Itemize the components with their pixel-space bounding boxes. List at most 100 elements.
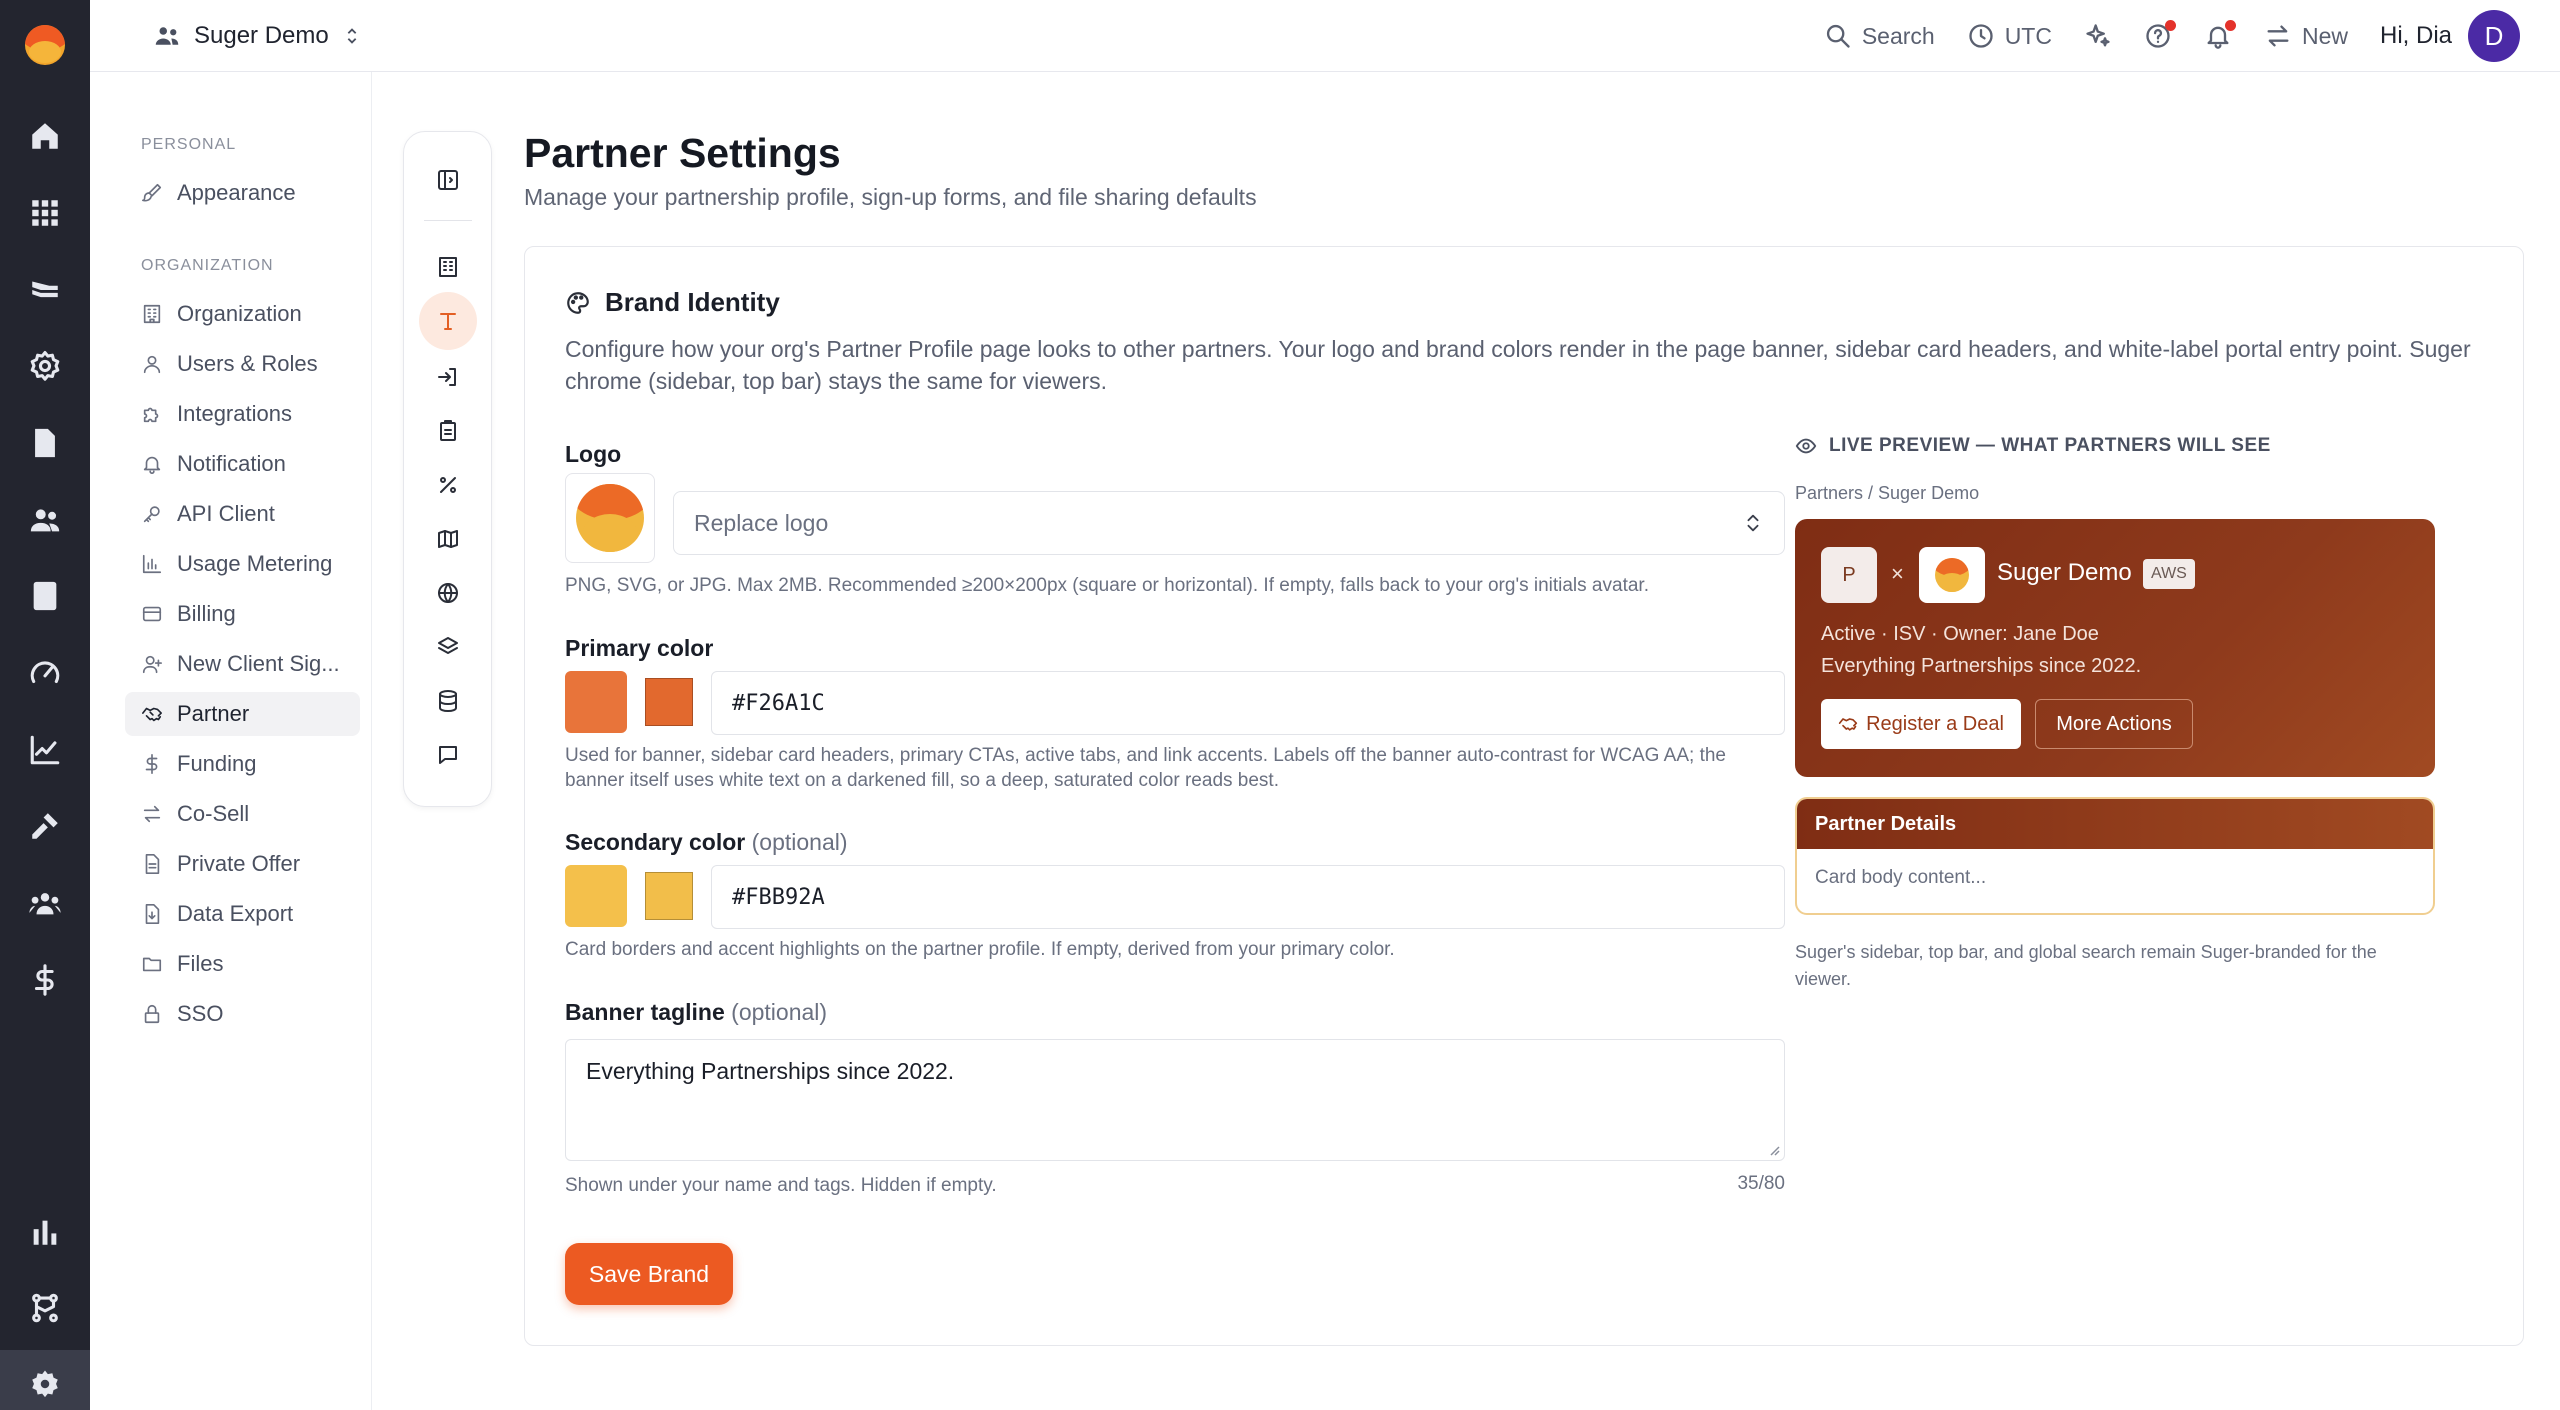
section-organization: ORGANIZATION <box>141 257 274 274</box>
secondary-color-help: Card borders and accent highlights on th… <box>565 939 1395 960</box>
credit-card-icon <box>142 606 162 622</box>
more-actions-button[interactable]: More Actions <box>2035 699 2193 749</box>
document-icon <box>145 854 160 874</box>
contact-card-icon[interactable] <box>27 578 63 614</box>
nav-label: New Client Sig... <box>177 651 340 676</box>
ai-sparkle-button[interactable] <box>2084 22 2112 50</box>
notifications-button[interactable] <box>2204 20 2236 50</box>
suger-logo <box>576 484 644 552</box>
org-switcher[interactable]: Suger Demo <box>152 18 363 54</box>
nav-item-billing[interactable]: Billing <box>125 592 360 636</box>
catalog-icon[interactable] <box>27 272 63 308</box>
building-icon[interactable] <box>427 246 469 288</box>
register-deal-button[interactable]: Register a Deal <box>1821 699 2021 749</box>
team-icon[interactable] <box>27 885 63 921</box>
suger-logo[interactable] <box>25 25 65 65</box>
globe-icon[interactable] <box>427 572 469 614</box>
preview-banner: P × Suger Demo AWS Active · ISV · Owner:… <box>1795 519 2435 777</box>
sparkle-icon <box>2086 24 2110 47</box>
users-icon <box>143 355 161 374</box>
nav-item-co-sell[interactable]: Co-Sell <box>125 792 360 836</box>
user-menu[interactable]: Hi, Dia D <box>2380 10 2520 62</box>
chevron-updown-icon <box>1747 514 1759 532</box>
sidebar-toggle-icon[interactable] <box>427 159 469 201</box>
nav-item-funding[interactable]: Funding <box>125 742 360 786</box>
nav-item-files[interactable]: Files <box>125 942 360 986</box>
help-button[interactable] <box>2144 20 2176 50</box>
nav-item-sso[interactable]: SSO <box>125 992 360 1036</box>
bar-chart-icon[interactable] <box>27 1214 63 1250</box>
database-icon[interactable] <box>427 680 469 722</box>
workflow-icon[interactable] <box>27 1290 63 1326</box>
secondary-color-picker[interactable] <box>645 872 693 920</box>
nav-label: Notification <box>177 451 286 476</box>
timezone-label: UTC <box>2004 22 2052 49</box>
arrows-swap-icon <box>2267 25 2289 47</box>
nav-item-partner[interactable]: Partner <box>125 692 360 736</box>
tagline-textarea[interactable]: Everything Partnerships since 2022. <box>565 1039 1785 1161</box>
preview-breadcrumb: Partners / Suger Demo <box>1795 483 1980 503</box>
search-label: Search <box>1861 22 1935 49</box>
settings-gear-icon[interactable] <box>27 1366 63 1402</box>
arrows-swap-icon <box>143 805 161 823</box>
settings-nav: PERSONAL Appearance ORGANIZATION Organiz… <box>90 72 372 1410</box>
percent-icon[interactable] <box>427 464 469 506</box>
dollar-icon <box>145 754 158 774</box>
nav-item-integrations[interactable]: Integrations <box>125 392 360 436</box>
replace-logo-select[interactable]: Replace logo <box>673 491 1785 555</box>
folder-icon <box>142 957 162 972</box>
sign-in-icon[interactable] <box>427 356 469 398</box>
people-icon[interactable] <box>27 502 63 538</box>
layers-icon[interactable] <box>427 626 469 668</box>
new-button[interactable]: New <box>2264 22 2348 50</box>
user-greeting: Hi, Dia <box>2379 22 2452 49</box>
nav-item-data-export[interactable]: Data Export <box>125 892 360 936</box>
tagline-help: Shown under your name and tags. Hidden i… <box>565 1175 997 1196</box>
key-icon <box>143 506 160 523</box>
card-title-text: Brand Identity <box>605 287 780 317</box>
preview-note: Suger's sidebar, top bar, and global sea… <box>1795 942 2377 989</box>
clipboard-icon[interactable] <box>427 410 469 452</box>
nav-item-api-client[interactable]: API Client <box>125 492 360 536</box>
typography-icon[interactable] <box>419 292 477 350</box>
nav-item-organization[interactable]: Organization <box>125 292 360 336</box>
document-icon[interactable] <box>27 425 63 461</box>
primary-color-picker[interactable] <box>645 678 693 726</box>
divider <box>424 220 472 221</box>
chat-icon[interactable] <box>427 734 469 776</box>
tools-icon[interactable] <box>27 808 63 844</box>
nav-item-users-roles[interactable]: Users & Roles <box>125 342 360 386</box>
resize-grip-icon[interactable] <box>1766 1142 1780 1156</box>
secondary-color-label-text: Secondary color <box>565 829 746 855</box>
preview-meta: Active · ISV · Owner: Jane Doe <box>1821 623 2099 645</box>
save-brand-button[interactable]: Save Brand <box>565 1243 733 1305</box>
apps-grid-icon[interactable] <box>27 195 63 231</box>
nav-item-private-offer[interactable]: Private Offer <box>125 842 360 886</box>
secondary-color-input[interactable]: #FBB92A <box>711 865 1785 929</box>
new-label: New <box>2301 22 2348 49</box>
trend-chart-icon[interactable] <box>27 732 63 768</box>
primary-color-input[interactable]: #F26A1C <box>711 671 1785 735</box>
nav-item-new-client-signup[interactable]: New Client Sig... <box>125 642 360 686</box>
secondary-color-swatch[interactable] <box>565 865 627 927</box>
nav-item-appearance[interactable]: Appearance <box>125 171 360 215</box>
avatar[interactable]: D <box>2468 10 2520 62</box>
nav-item-usage-metering[interactable]: Usage Metering <box>125 542 360 586</box>
primary-color-swatch[interactable] <box>565 671 627 733</box>
map-icon[interactable] <box>427 518 469 560</box>
puzzle-icon <box>143 407 159 423</box>
gear-outline-icon[interactable] <box>27 348 63 384</box>
nav-label: Organization <box>177 301 302 326</box>
preview-org-logo <box>1919 547 1985 603</box>
speedometer-icon[interactable] <box>27 655 63 691</box>
timezone-button[interactable]: UTC <box>1967 22 2052 50</box>
search-button[interactable]: Search <box>1824 22 1935 50</box>
nav-item-notification[interactable]: Notification <box>125 442 360 486</box>
handshake-icon <box>1838 718 1858 731</box>
eye-icon <box>1795 438 1817 454</box>
lock-icon <box>144 1004 160 1024</box>
secondary-color-label: Secondary color (optional) <box>565 829 848 856</box>
dollar-icon[interactable] <box>27 962 63 998</box>
live-preview-heading: LIVE PREVIEW — WHAT PARTNERS WILL SEE <box>1795 435 2271 457</box>
home-icon[interactable] <box>27 118 63 154</box>
